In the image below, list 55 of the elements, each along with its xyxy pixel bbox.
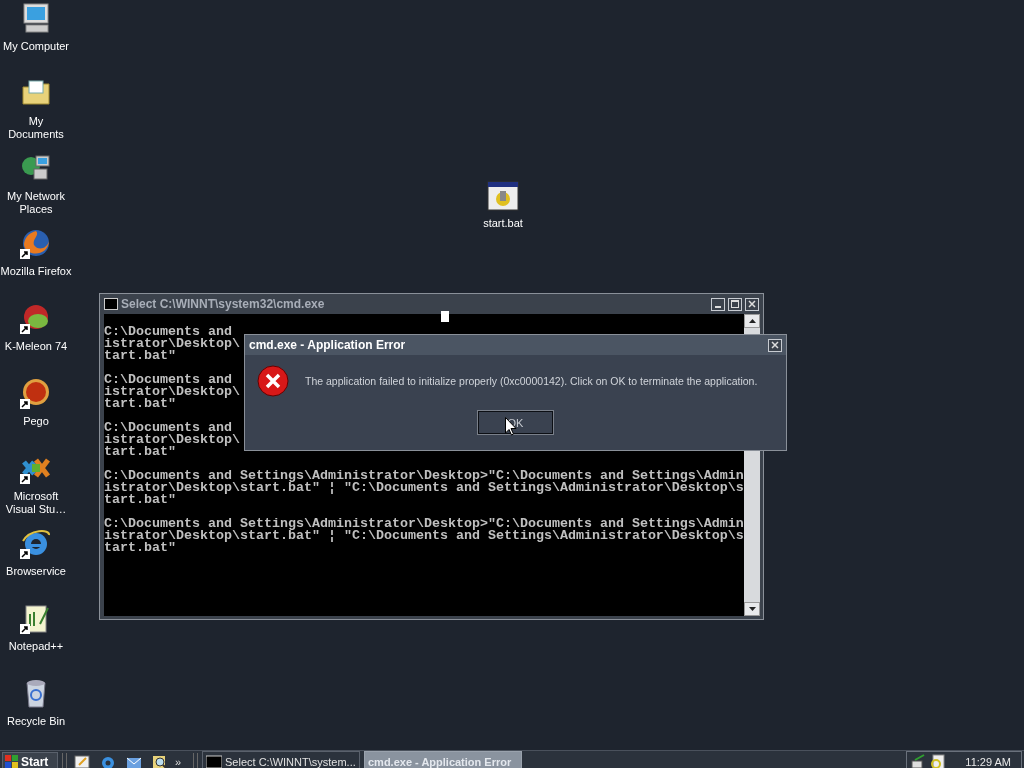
- shortcut-arrow-icon: [20, 324, 30, 334]
- maximize-icon: [731, 300, 739, 308]
- console-line: istrator\Desktop\start.bat" ¦ "C:\Documents and Settings\Administrator\Desktop\s: [104, 482, 744, 494]
- icon-label[interactable]: K-Meleon 74: [0, 340, 72, 353]
- icon-label[interactable]: Pego: [0, 415, 72, 428]
- start-button[interactable]: Start: [2, 752, 58, 768]
- console-line: istrator\Desktop\: [104, 338, 240, 350]
- console-line: C:\Documents and Settings\Administrator\Desktop>"C:\Documents and Settings\Admin: [104, 518, 744, 530]
- icon-label[interactable]: My Computer: [0, 40, 72, 53]
- icon-label[interactable]: Notepad++: [0, 640, 72, 653]
- console-line: istrator\Desktop\start.bat" ¦ "C:\Documents and Settings\Administrator\Desktop\s: [104, 530, 744, 542]
- shortcut-arrow-icon: [20, 474, 30, 484]
- down-arrow-icon: [748, 607, 756, 611]
- taskbar-button[interactable]: Select C:\WINNT\system...: [202, 751, 360, 768]
- computer-icon: [20, 2, 52, 34]
- overflow-chevron[interactable]: »: [175, 756, 189, 768]
- console-line: tart.bat": [104, 494, 176, 506]
- close-button[interactable]: [745, 297, 759, 311]
- shortcut-arrow-icon: [20, 624, 30, 634]
- console-line: tart.bat": [104, 398, 176, 410]
- icon-label[interactable]: Browservice: [0, 565, 72, 578]
- batch-file-icon: [487, 180, 519, 212]
- close-button[interactable]: [768, 338, 782, 352]
- up-arrow-icon: [748, 319, 756, 323]
- console-line: C:\Documents and: [104, 374, 232, 386]
- error-icon: [257, 365, 289, 397]
- console-icon: [104, 298, 118, 310]
- icon-label[interactable]: Mozilla Firefox: [0, 265, 72, 278]
- console-line: C:\Documents and: [104, 422, 232, 434]
- console-line: tart.bat": [104, 542, 176, 554]
- console-line: C:\Documents and Settings\Administrator\Desktop>"C:\Documents and Settings\Admin: [104, 470, 744, 482]
- shortcut-arrow-icon: [20, 399, 30, 409]
- dialog-title: cmd.exe - Application Error: [249, 338, 407, 352]
- globe-fox-icon: [20, 227, 52, 259]
- console-line: tart.bat": [104, 446, 176, 458]
- icon-label[interactable]: Recycle Bin: [0, 715, 72, 728]
- icon-label[interactable]: start.bat: [467, 217, 539, 230]
- desktop-icon: [74, 754, 90, 768]
- windows-flag-icon: [5, 755, 19, 768]
- shortcut-arrow-icon: [20, 249, 30, 259]
- console-line: istrator\Desktop\: [104, 386, 240, 398]
- console-line: C:\Documents and: [104, 326, 232, 338]
- window-title: Select C:\WINNT\system32\cmd.exe: [121, 297, 326, 311]
- console-icon: [206, 754, 222, 768]
- icon-label[interactable]: My Documents: [0, 115, 72, 141]
- text-cursor: [441, 311, 449, 322]
- icon-label[interactable]: My Network Places: [0, 190, 72, 216]
- maximize-button[interactable]: [728, 297, 742, 311]
- console-line: tart.bat": [104, 350, 176, 362]
- error-message: The application failed to initialize properly (0xc0000142). Click on OK to terminate the application.: [305, 375, 758, 387]
- console-line: istrator\Desktop\: [104, 434, 240, 446]
- shortcut-arrow-icon: [20, 549, 30, 559]
- clock: 11:29 AM: [965, 756, 1011, 768]
- minimize-button[interactable]: [711, 297, 725, 311]
- icon-label[interactable]: Microsoft Visual Stu…: [0, 490, 72, 516]
